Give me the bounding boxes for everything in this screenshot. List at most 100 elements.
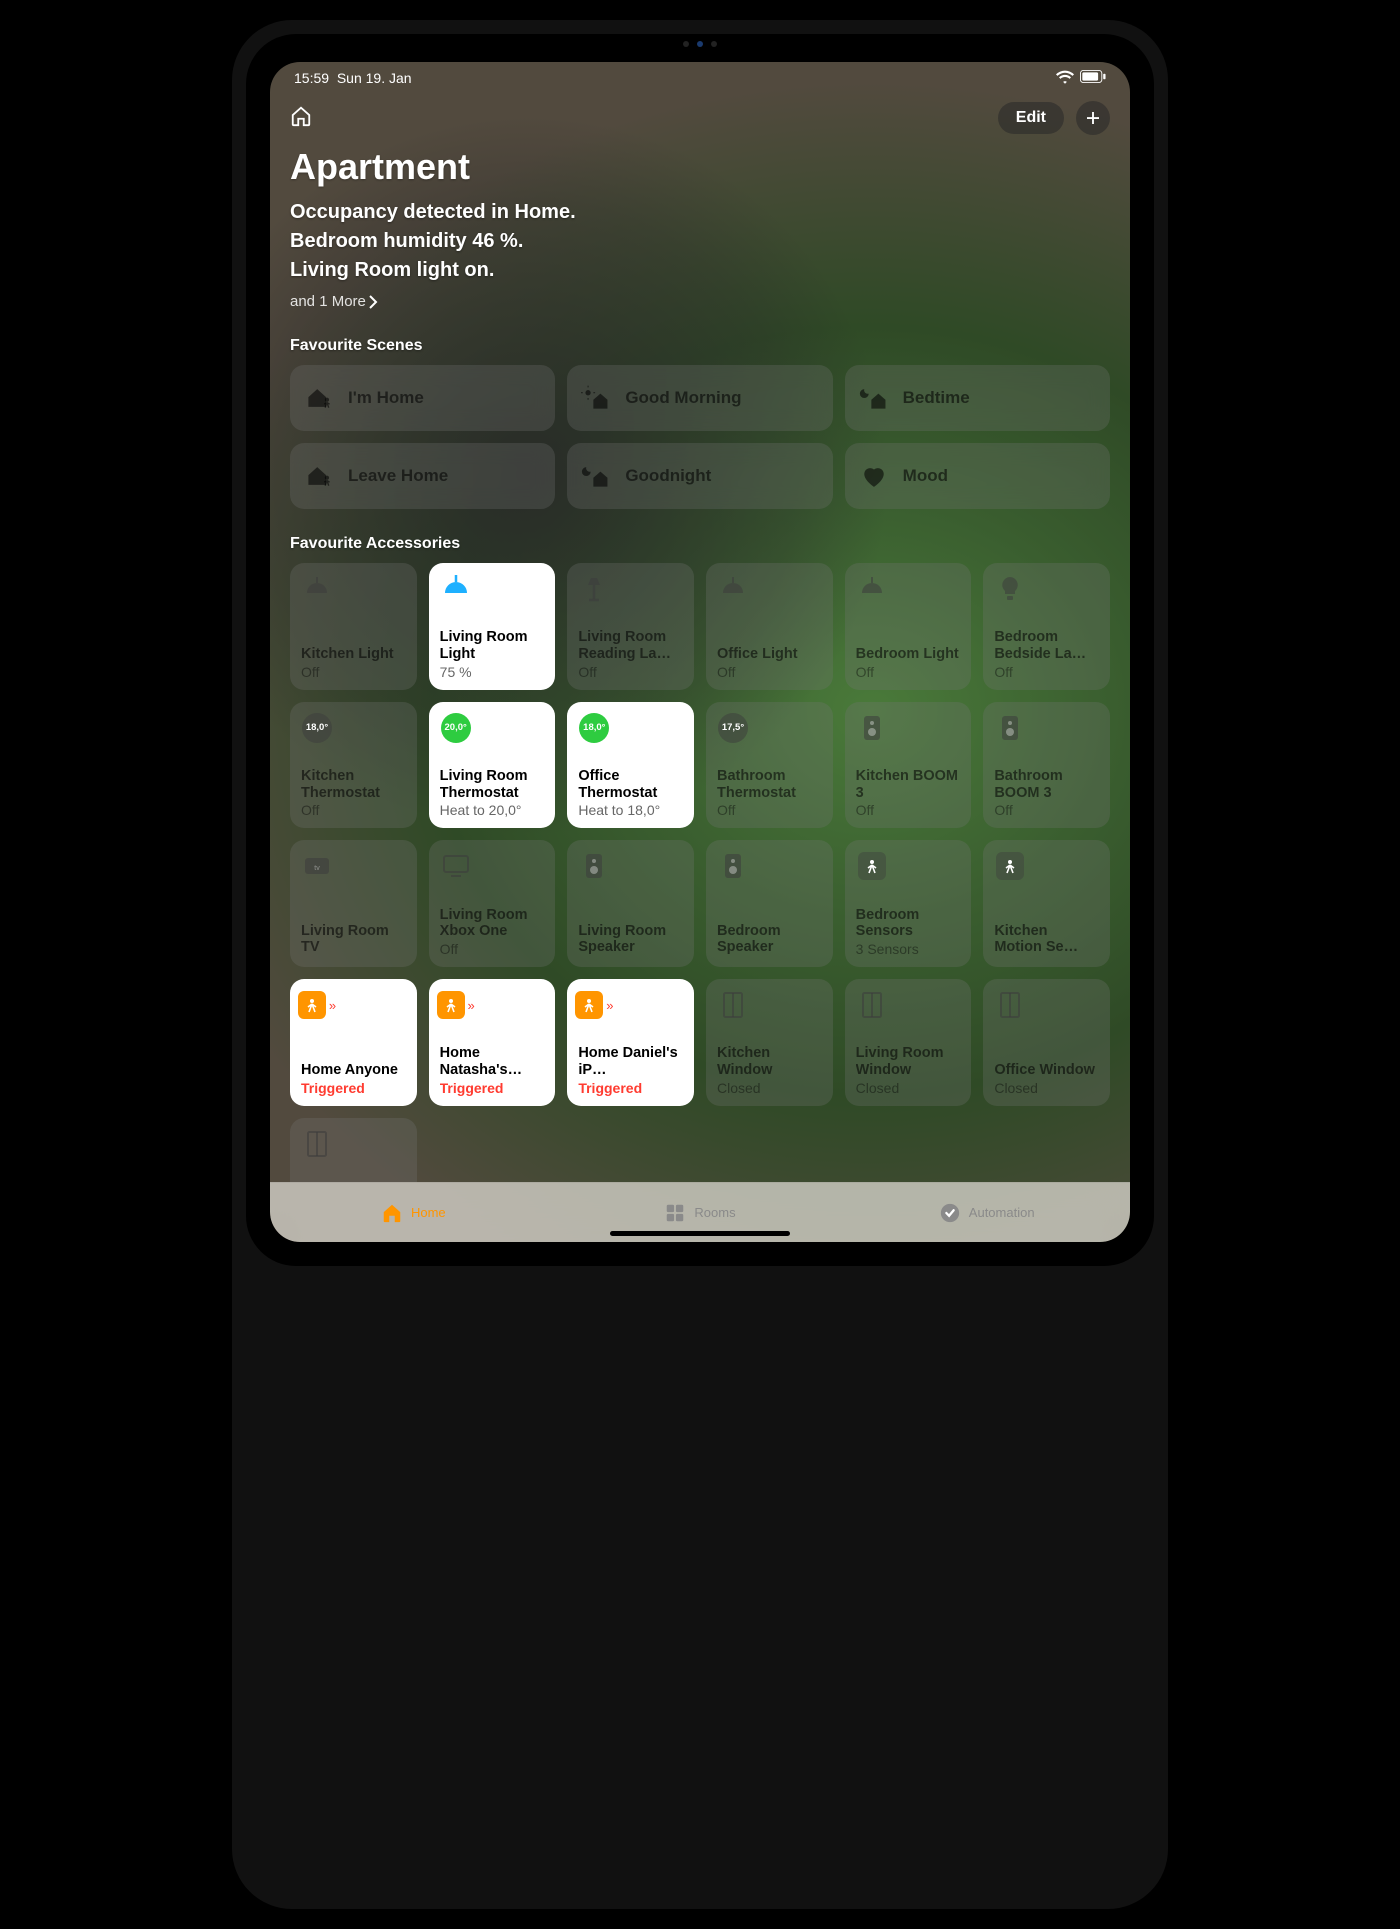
more-status-link[interactable]: and 1 More [290,293,378,310]
status-date: Sun 19. Jan [337,70,412,86]
scene-tile[interactable]: Goodnight [567,443,832,509]
window-icon [856,989,888,1021]
accessory-state: Off [301,802,406,818]
accessory-state: Off [856,664,961,680]
status-time: 15:59 [294,70,329,86]
accessory-state: Off [994,664,1099,680]
accessory-state: 3 Sensors [856,941,961,957]
accessory-name: Bedroom Light [856,646,961,663]
accessory-tile[interactable]: Office Window Closed [983,979,1110,1106]
accessory-state: Off [440,941,545,957]
home-indicator [610,1231,790,1236]
status-line: Living Room light on. [290,256,1110,285]
accessory-tile[interactable]: Bathroom BOOM 3 Off [983,702,1110,829]
scene-tile[interactable]: Mood [845,443,1110,509]
tab-automation[interactable]: Automation [843,1183,1130,1242]
accessory-tile[interactable]: Living Room Reading La… Off [567,563,694,690]
accessory-name: Kitchen Motion Se… [994,923,1099,956]
accessory-name: Kitchen BOOM 3 [856,768,961,801]
section-accessories-label: Favourite Accessories [290,535,1110,553]
accessory-state: Off [717,664,822,680]
scene-label: Goodnight [625,466,711,486]
accessory-tile[interactable]: 17,5° Bathroom Thermostat Off [706,702,833,829]
house-person-icon [304,383,334,413]
section-scenes-label: Favourite Scenes [290,337,1110,355]
accessory-name: Office Thermostat [578,768,683,801]
accessory-tile[interactable]: Kitchen Window Closed [706,979,833,1106]
scene-label: Bedtime [903,388,970,408]
accessory-name: Office Light [717,646,822,663]
floor-lamp-icon [578,573,610,605]
light-bulb-icon [994,573,1026,605]
accessory-state: 75 % [440,664,545,680]
motion-on-icon: » [578,989,610,1021]
accessory-state: Heat to 18,0° [578,802,683,818]
home-icon[interactable] [290,105,312,132]
status-bar: 15:59 Sun 19. Jan [270,62,1130,90]
scene-tile[interactable]: Leave Home [290,443,555,509]
pendant-light-icon [440,573,472,605]
tab-label: Home [411,1205,446,1220]
accessory-name: Living Room TV [301,923,406,956]
accessory-name: Bedroom Sensors [856,907,961,940]
accessory-tile[interactable]: » Home Anyone Triggered [290,979,417,1106]
status-left: 15:59 Sun 19. Jan [294,70,412,86]
accessory-tile[interactable]: 18,0° Kitchen Thermostat Off [290,702,417,829]
accessory-tile[interactable]: Bedroom Light Off [845,563,972,690]
scene-tile[interactable]: Bedtime [845,365,1110,431]
accessory-tile[interactable]: Living Room Light 75 % [429,563,556,690]
accessory-tile[interactable]: Living Room Speaker [567,840,694,967]
accessory-tile[interactable]: 20,0° Living Room Thermostat Heat to 20,… [429,702,556,829]
scene-label: Mood [903,466,948,486]
automation-icon [939,1202,961,1224]
accessory-tile[interactable]: 18,0° Office Thermostat Heat to 18,0° [567,702,694,829]
status-line: Bedroom humidity 46 %. [290,227,1110,256]
accessory-name: Home Anyone [301,1062,406,1079]
accessory-tile[interactable]: tv Living Room TV [290,840,417,967]
status-right [1056,70,1106,87]
sun-house-icon [581,383,611,413]
appletv-icon: tv [301,850,333,882]
scene-label: Good Morning [625,388,741,408]
accessory-tile[interactable]: Kitchen Motion Se… [983,840,1110,967]
accessory-tile[interactable]: Bedroom Bedside La… Off [983,563,1110,690]
edit-button[interactable]: Edit [998,102,1064,134]
scene-tile[interactable]: Good Morning [567,365,832,431]
accessory-tile[interactable]: Office Light Off [706,563,833,690]
accessory-tile[interactable]: Kitchen Light Off [290,563,417,690]
accessory-name: Living Room Speaker [578,923,683,956]
accessory-state: Triggered [578,1080,683,1096]
motion-on-icon: » [301,989,333,1021]
accessory-name: Living Room Window [856,1045,961,1078]
accessory-tile[interactable]: Kitchen BOOM 3 Off [845,702,972,829]
accessory-state: Off [301,664,406,680]
accessory-state: Closed [856,1080,961,1096]
accessory-name: Home Natasha's… [440,1045,545,1078]
tab-label: Automation [969,1205,1035,1220]
tab-home[interactable]: Home [270,1183,557,1242]
accessory-state: Off [717,802,822,818]
moon-house-icon [581,461,611,491]
accessory-tile[interactable]: Living Room Xbox One Off [429,840,556,967]
accessory-tile[interactable]: Bedroom Speaker [706,840,833,967]
accessory-name: Home Daniel's iP… [578,1045,683,1078]
accessory-tile[interactable]: Living Room Window Closed [845,979,972,1106]
add-button[interactable] [1076,101,1110,135]
scene-tile[interactable]: I'm Home [290,365,555,431]
accessory-state: Triggered [301,1080,406,1096]
accessory-state: Off [856,802,961,818]
accessory-name: Bedroom Speaker [717,923,822,956]
accessory-name: Kitchen Thermostat [301,768,406,801]
ceiling-light-icon [717,573,749,605]
tab-label: Rooms [694,1205,735,1220]
svg-text:tv: tv [314,865,320,872]
accessory-state: Triggered [440,1080,545,1096]
scene-label: I'm Home [348,388,424,408]
speaker-icon [856,712,888,744]
accessory-tile[interactable]: Bedroom Sensors 3 Sensors [845,840,972,967]
accessory-tile[interactable]: Bathroom Window [290,1118,417,1182]
accessory-tile[interactable]: » Home Daniel's iP… Triggered [567,979,694,1106]
speaker-icon [994,712,1026,744]
accessory-tile[interactable]: » Home Natasha's… Triggered [429,979,556,1106]
accessory-name: Bedroom Bedside La… [994,629,1099,662]
